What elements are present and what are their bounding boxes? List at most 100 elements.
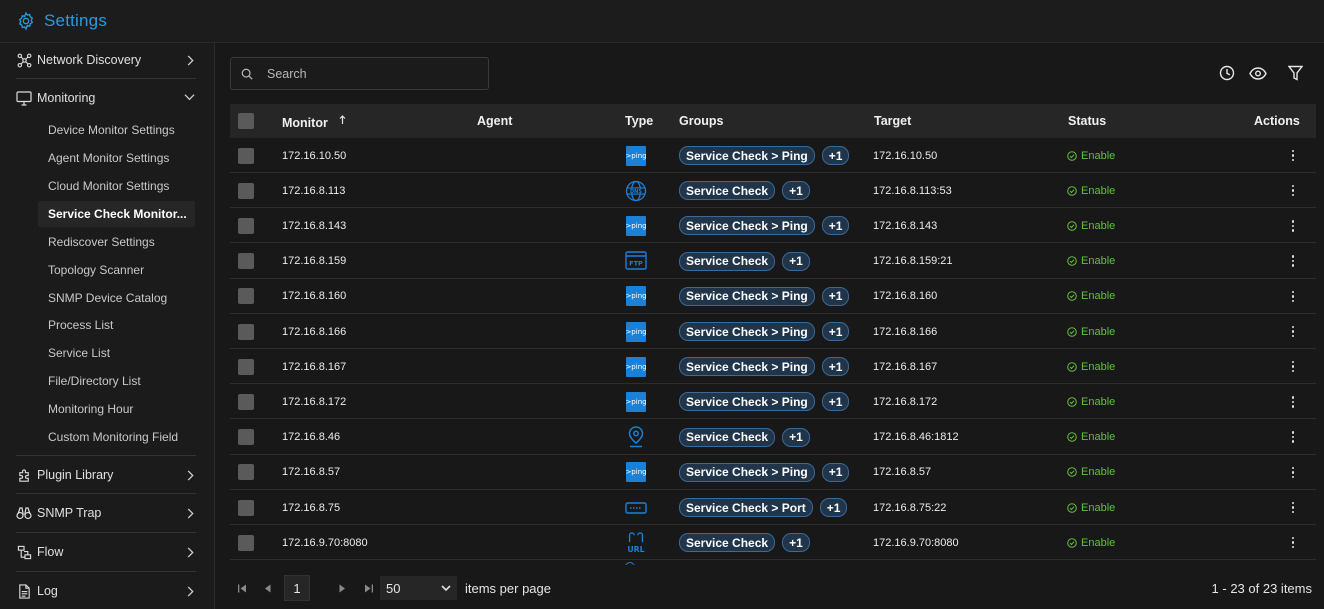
group-badge[interactable]: Service Check <box>679 251 776 271</box>
monitor-cell[interactable]: 172.16.8.167 <box>282 349 346 384</box>
sidebar-item-file-directory-list[interactable]: File/Directory List <box>48 374 141 388</box>
table-row[interactable]: 172.16.8.166 >ping Service Check > Ping +1 1… <box>230 314 1316 349</box>
row-actions-menu[interactable] <box>1287 314 1299 349</box>
group-badge[interactable]: Service Check > Port <box>679 498 813 517</box>
sidebar-item-custom-monitoring-field[interactable]: Custom Monitoring Field <box>48 430 178 444</box>
sidebar-group-log[interactable]: Log <box>16 583 196 599</box>
monitor-cell[interactable]: 172.16.10.50 <box>282 138 346 173</box>
table-row[interactable]: 172.16.8.172 >ping Service Check > Ping +1 1… <box>230 384 1316 420</box>
extra-groups-badge[interactable]: +1 <box>821 322 850 341</box>
column-header-type[interactable]: Type <box>625 104 653 138</box>
sidebar-item-snmp-device-catalog[interactable]: SNMP Device Catalog <box>48 291 167 305</box>
row-checkbox[interactable] <box>238 525 254 560</box>
table-row[interactable]: 172.16.8.160 >ping Service Check > Ping +1 1… <box>230 279 1316 314</box>
group-badge[interactable]: Service Check > Ping <box>679 216 815 236</box>
monitor-cell[interactable]: 172.16.8.166 <box>282 314 346 349</box>
row-actions-menu[interactable] <box>1287 173 1299 208</box>
table-row[interactable]: 172.16.8.46 Service Check +1 172.16.8.46:18… <box>230 420 1316 455</box>
row-checkbox[interactable] <box>238 244 254 279</box>
sidebar-item-topology-scanner[interactable]: Topology Scanner <box>48 263 144 277</box>
monitor-cell[interactable]: 172.16.9.70:8080 <box>282 525 368 560</box>
table-row[interactable]: 172.16.8.167 >ping Service Check > Ping +1 1… <box>230 349 1316 385</box>
row-checkbox[interactable] <box>238 349 254 384</box>
row-actions-menu[interactable] <box>1287 525 1299 560</box>
group-badge[interactable]: Service Check > Ping <box>679 286 815 306</box>
column-header-monitor[interactable]: Monitor <box>282 104 346 138</box>
next-page-icon[interactable] <box>335 581 349 595</box>
sidebar-group-snmp-trap[interactable]: SNMP Trap <box>16 505 196 521</box>
sidebar-group-plugin-library[interactable]: Plugin Library <box>16 467 196 483</box>
column-header-agent[interactable]: Agent <box>477 104 512 138</box>
monitor-cell[interactable]: 172.16.8.143 <box>282 208 346 243</box>
sidebar-group-flow[interactable]: Flow <box>16 544 196 560</box>
row-actions-menu[interactable] <box>1287 490 1299 525</box>
row-actions-menu[interactable] <box>1287 208 1299 243</box>
monitor-cell[interactable]: 172.16.8.75 <box>282 490 340 525</box>
column-header-status[interactable]: Status <box>1068 104 1106 138</box>
row-checkbox[interactable] <box>238 208 254 243</box>
monitor-cell[interactable]: 172.16.8.160 <box>282 279 346 314</box>
monitor-cell[interactable]: 172.16.8.46 <box>282 420 340 455</box>
extra-groups-badge[interactable]: +1 <box>819 498 848 517</box>
row-checkbox[interactable] <box>238 455 254 490</box>
sidebar-item-service-check-monitor[interactable]: Service Check Monitor... <box>38 201 195 227</box>
table-row[interactable]: 172.16.8.75 Service Check > Port +1 172.16.… <box>230 490 1316 525</box>
last-page-icon[interactable] <box>362 581 376 595</box>
first-page-icon[interactable] <box>235 581 249 595</box>
group-badge[interactable]: Service Check > Ping <box>679 322 815 341</box>
table-row[interactable]: 172.16.10.50 >ping Service Check > Ping +1 1… <box>230 138 1316 173</box>
sidebar-item-monitoring-hour[interactable]: Monitoring Hour <box>48 402 133 416</box>
row-checkbox[interactable] <box>238 314 254 349</box>
sidebar-item-process-list[interactable]: Process List <box>48 318 113 332</box>
extra-groups-badge[interactable]: +1 <box>782 533 810 553</box>
extra-groups-badge[interactable]: +1 <box>821 286 850 306</box>
sidebar-item-agent-monitor-settings[interactable]: Agent Monitor Settings <box>48 151 169 165</box>
extra-groups-badge[interactable]: +1 <box>821 462 850 482</box>
column-header-groups[interactable]: Groups <box>679 104 723 138</box>
filter-icon[interactable] <box>1286 64 1304 82</box>
extra-groups-badge[interactable]: +1 <box>821 357 850 377</box>
row-actions-menu[interactable] <box>1287 244 1299 279</box>
eye-icon[interactable] <box>1249 64 1267 82</box>
page-size-select[interactable]: 50 <box>380 576 457 600</box>
extra-groups-badge[interactable]: +1 <box>821 216 850 236</box>
row-actions-menu[interactable] <box>1287 138 1299 173</box>
table-row[interactable]: 172.16.8.113 DNS Service Check +1 172.16.8.1… <box>230 173 1316 209</box>
group-badge[interactable]: Service Check > Ping <box>679 392 815 412</box>
monitor-cell[interactable]: 172.16.8.113 <box>282 173 345 208</box>
monitor-cell[interactable]: 172.16.8.57 <box>282 455 340 490</box>
row-actions-menu[interactable] <box>1287 384 1299 419</box>
row-actions-menu[interactable] <box>1287 420 1299 455</box>
table-row[interactable]: 172.16.8.159 FTP Service Check +1 172.16.8.1… <box>230 244 1316 279</box>
group-badge[interactable]: Service Check > Ping <box>679 146 815 165</box>
extra-groups-badge[interactable]: +1 <box>782 251 810 271</box>
row-checkbox[interactable] <box>238 138 254 173</box>
search-input[interactable] <box>267 66 467 81</box>
sidebar-item-rediscover-settings[interactable]: Rediscover Settings <box>48 235 155 249</box>
sidebar-group-monitoring[interactable]: Monitoring <box>16 90 196 106</box>
monitor-cell[interactable]: 172.16.8.159 <box>282 244 346 279</box>
group-badge[interactable]: Service Check <box>679 533 776 553</box>
sidebar-item-service-list[interactable]: Service List <box>48 346 110 360</box>
table-row[interactable]: 172.16.8.143 >ping Service Check > Ping +1 1… <box>230 208 1316 244</box>
group-badge[interactable]: Service Check <box>679 181 776 201</box>
row-checkbox[interactable] <box>238 490 254 525</box>
row-actions-menu[interactable] <box>1287 349 1299 384</box>
row-checkbox[interactable] <box>238 173 254 208</box>
row-checkbox[interactable] <box>238 279 254 314</box>
table-row[interactable]: 172.16.8.57 >ping Service Check > Ping +1 17… <box>230 455 1316 490</box>
row-checkbox[interactable] <box>238 420 254 455</box>
extra-groups-badge[interactable]: +1 <box>821 146 850 165</box>
extra-groups-badge[interactable]: +1 <box>821 392 850 412</box>
history-clock-icon[interactable] <box>1218 64 1236 82</box>
previous-page-icon[interactable] <box>260 581 274 595</box>
sidebar-item-device-monitor-settings[interactable]: Device Monitor Settings <box>48 123 175 137</box>
column-header-target[interactable]: Target <box>874 104 911 138</box>
group-badge[interactable]: Service Check <box>679 427 776 447</box>
select-all-checkbox[interactable] <box>238 113 254 129</box>
table-row[interactable]: 172.16.9.70:8080 URL Service Check +1 172.16… <box>230 525 1316 561</box>
row-actions-menu[interactable] <box>1287 455 1299 490</box>
sidebar-item-cloud-monitor-settings[interactable]: Cloud Monitor Settings <box>48 179 169 193</box>
extra-groups-badge[interactable]: +1 <box>782 181 810 201</box>
group-badge[interactable]: Service Check > Ping <box>679 357 815 377</box>
